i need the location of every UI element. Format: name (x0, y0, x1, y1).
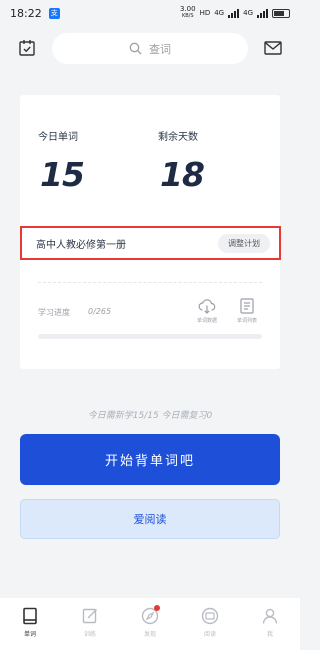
nav-item-me[interactable]: 我 (240, 598, 300, 650)
nav-label-me: 我 (266, 631, 273, 638)
nav-item-reading[interactable]: 阅读 (180, 598, 240, 650)
top-bar: 查词 (0, 33, 300, 65)
search-input[interactable]: 查词 (52, 33, 248, 64)
status-bar: 18:22 支 3.00 KB/S HD 4G 4G (0, 0, 300, 26)
plan-name: 高中人教必修第一册 (36, 239, 126, 251)
network-type-1: 4G (214, 9, 225, 17)
word-data-label: 单词数据 (196, 318, 217, 324)
alipay-icon: 支 (48, 7, 60, 19)
word-list-label: 单词列表 (236, 318, 257, 324)
today-words-value: 15 (40, 155, 85, 194)
adjust-plan-button[interactable]: 调整计划 (218, 233, 270, 253)
signal-icon-2 (257, 8, 268, 18)
nav-label-training: 训练 (83, 631, 96, 638)
search-icon (129, 42, 142, 55)
word-data-button[interactable]: 单词数据 (187, 298, 227, 324)
nav-item-words[interactable]: 单词 (0, 598, 60, 650)
network-speed-unit: KB/S (181, 13, 194, 19)
progress-value: 0/265 (88, 307, 112, 316)
user-icon (262, 608, 278, 624)
days-left-label: 剩余天数 (158, 132, 198, 143)
network-speed: 3.00 KB/S (180, 6, 196, 20)
reading-button[interactable]: 爱阅读 (20, 499, 280, 539)
days-left-value: 18 (160, 155, 205, 194)
edit-icon (82, 608, 97, 624)
study-card: 今日单词 剩余天数 15 18 高中人教必修第一册 调整计划 学习进度 0/26… (20, 95, 281, 369)
network-speed-value: 3.00 (179, 5, 196, 13)
nav-item-training[interactable]: 训练 (60, 598, 120, 650)
progress-label: 学习进度 (38, 308, 70, 317)
nav-label-reading: 阅读 (203, 631, 216, 638)
calendar-check-icon[interactable] (18, 39, 36, 57)
word-list-button[interactable]: 单词列表 (227, 298, 267, 324)
mail-icon[interactable] (264, 41, 282, 55)
divider (38, 282, 262, 283)
battery-icon (272, 8, 290, 18)
bottom-nav: 单词 训练 发现 阅读 我 (0, 598, 300, 650)
status-time: 18:22 (10, 6, 42, 20)
today-summary: 今日需新学15/15 今日需复习0 (87, 411, 213, 421)
status-indicators: 3.00 KB/S HD 4G 4G (180, 6, 290, 20)
reading-icon (201, 607, 219, 625)
search-placeholder: 查词 (149, 42, 171, 56)
notification-dot (154, 605, 160, 611)
start-memorizing-button[interactable]: 开始背单词吧 (20, 434, 280, 485)
hd-label: HD (199, 9, 211, 17)
word-book-plan[interactable]: 高中人教必修第一册 调整计划 (20, 226, 281, 260)
progress-bar (38, 334, 262, 339)
today-words-label: 今日单词 (38, 132, 78, 143)
network-type-2: 4G (243, 9, 253, 17)
nav-label-words: 单词 (23, 631, 36, 638)
signal-icon (228, 8, 240, 18)
cloud-download-icon (198, 299, 216, 314)
nav-item-discover[interactable]: 发现 (120, 598, 180, 650)
book-icon (23, 607, 37, 625)
nav-label-discover: 发现 (143, 631, 156, 638)
list-document-icon (240, 298, 254, 314)
